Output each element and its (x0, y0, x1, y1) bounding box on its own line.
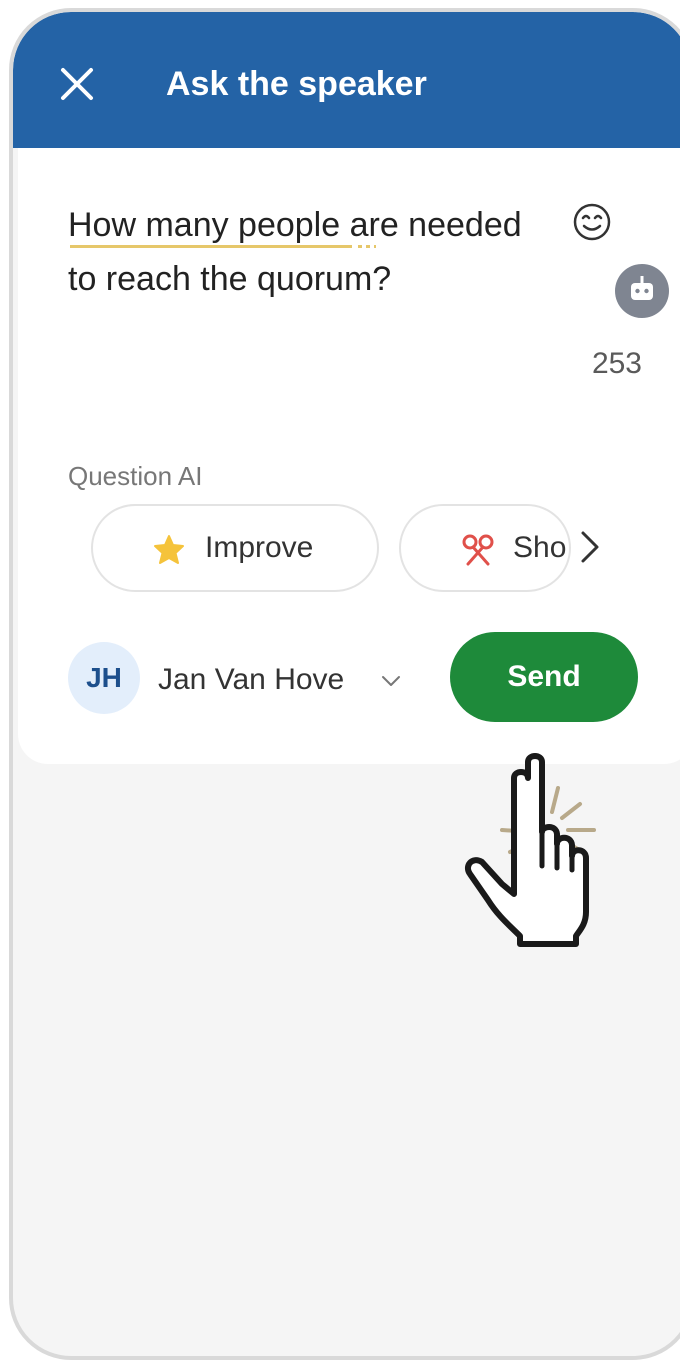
question-ai-label: Question AI (68, 461, 203, 491)
robot-icon (631, 276, 653, 300)
author-name[interactable]: Jan Van Hove (158, 662, 344, 698)
improve-label: Improve (205, 531, 314, 564)
page-title: Ask the speaker (166, 65, 427, 103)
send-button[interactable]: Send (450, 632, 638, 722)
character-count: 253 (591, 347, 642, 380)
spellcheck-dots (358, 245, 376, 248)
close-button[interactable] (57, 64, 97, 104)
question-line-2: to reach the quorum? (68, 260, 392, 298)
phone-frame: Ask the speaker How many people are need… (9, 8, 680, 1360)
question-card: How many people are needed to reach the … (18, 148, 680, 947)
question-line-1: How many people are needed (68, 206, 522, 244)
shorten-button[interactable]: Sho (399, 504, 571, 592)
improve-button[interactable]: Improve (91, 504, 379, 592)
chevron-down-icon[interactable] (381, 674, 401, 688)
question-input[interactable]: How many people are needed to reach the … (68, 198, 588, 306)
header-bar: Ask the speaker (13, 12, 680, 148)
click-burst-icon (500, 786, 596, 856)
smiling-face-icon[interactable] (572, 202, 612, 242)
scissors-icon (462, 534, 494, 566)
hand-pointer-icon (464, 753, 589, 947)
star-icon (154, 535, 184, 564)
ai-assistant-button[interactable] (615, 264, 669, 318)
avatar: JH (68, 642, 140, 714)
close-icon (61, 68, 93, 100)
chevron-right-icon[interactable] (578, 530, 602, 564)
spellcheck-underline (70, 245, 352, 248)
shorten-label: Sho (513, 531, 567, 564)
